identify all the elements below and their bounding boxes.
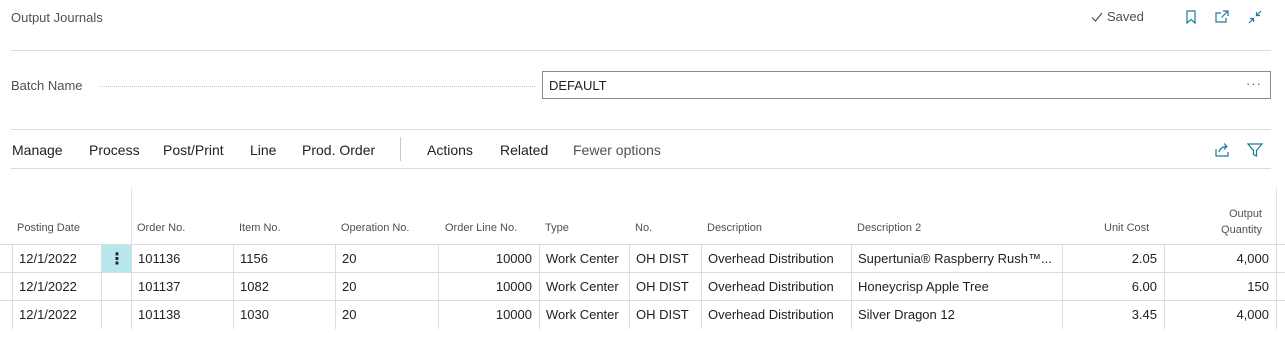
item-no-cell[interactable]: 1082	[233, 273, 336, 301]
bookmark-icon[interactable]	[1183, 9, 1199, 25]
action-fewer-options[interactable]: Fewer options	[573, 142, 661, 158]
order-line-no-cell[interactable]: 10000	[438, 273, 540, 301]
batch-lookup-button[interactable]: ···	[1246, 76, 1262, 91]
order-line-no-cell[interactable]: 10000	[438, 301, 540, 329]
col-order-no[interactable]: Order No.	[137, 222, 185, 234]
no-cell[interactable]: OH DIST	[629, 273, 702, 301]
description-cell[interactable]: Overhead Distribution	[701, 273, 852, 301]
order-no-cell[interactable]: 101136	[131, 245, 234, 273]
action-line[interactable]: Line	[250, 142, 276, 158]
no-cell[interactable]: OH DIST	[629, 301, 702, 329]
col-quantity[interactable]: Quantity	[1206, 224, 1262, 236]
share-icon[interactable]	[1213, 141, 1231, 159]
unit-cost-cell[interactable]: 6.00	[1062, 273, 1165, 301]
table-row[interactable]: 12/1/2022 101137 1082 20 10000 Work Cent…	[0, 272, 1285, 301]
batch-name-label: Batch Name	[11, 78, 83, 93]
action-manage[interactable]: Manage	[12, 142, 63, 158]
section-divider	[11, 129, 1271, 130]
col-unit-cost[interactable]: Unit Cost	[1104, 222, 1149, 234]
col-output[interactable]: Output	[1214, 208, 1262, 220]
action-prod-order[interactable]: Prod. Order	[302, 142, 375, 158]
description-cell[interactable]: Overhead Distribution	[701, 301, 852, 329]
row-selector-cell[interactable]	[101, 301, 132, 329]
action-related[interactable]: Related	[500, 142, 548, 158]
col-type[interactable]: Type	[545, 222, 569, 234]
col-no[interactable]: No.	[635, 222, 652, 234]
posting-date-cell[interactable]: 12/1/2022	[12, 301, 102, 329]
row-end-cell	[1276, 301, 1285, 329]
col-posting-date[interactable]: Posting Date	[17, 222, 80, 234]
collapse-icon[interactable]	[1247, 9, 1263, 25]
unit-cost-cell[interactable]: 2.05	[1062, 245, 1165, 273]
posting-date-cell[interactable]: 12/1/2022	[12, 245, 102, 273]
batch-leader-dots	[100, 86, 535, 87]
action-process[interactable]: Process	[89, 142, 140, 158]
page-title: Output Journals	[11, 10, 103, 25]
type-cell[interactable]: Work Center	[539, 301, 630, 329]
order-no-cell[interactable]: 101138	[131, 301, 234, 329]
header-divider	[11, 50, 1271, 51]
no-cell[interactable]: OH DIST	[629, 245, 702, 273]
header-column-divider	[131, 187, 132, 244]
row-end-cell	[1276, 273, 1285, 301]
output-quantity-cell[interactable]: 4,000	[1164, 245, 1277, 273]
col-item-no[interactable]: Item No.	[239, 222, 281, 234]
table-row[interactable]: 12/1/2022 ⋮ 101136 1156 20 10000 Work Ce…	[0, 244, 1285, 273]
order-line-no-cell[interactable]: 10000	[438, 245, 540, 273]
header-column-divider	[1276, 187, 1277, 244]
action-post-print[interactable]: Post/Print	[163, 142, 224, 158]
description-cell[interactable]: Overhead Distribution	[701, 245, 852, 273]
action-separator	[400, 137, 401, 161]
action-bar: Manage Process Post/Print Line Prod. Ord…	[0, 137, 1285, 165]
description-2-cell[interactable]: Silver Dragon 12	[851, 301, 1063, 329]
operation-no-cell[interactable]: 20	[335, 273, 439, 301]
output-quantity-cell[interactable]: 150	[1164, 273, 1277, 301]
operation-no-cell[interactable]: 20	[335, 301, 439, 329]
order-no-cell[interactable]: 101137	[131, 273, 234, 301]
col-description-2[interactable]: Description 2	[857, 222, 921, 234]
row-selector-cell: ⋮	[101, 245, 132, 273]
operation-no-cell[interactable]: 20	[335, 245, 439, 273]
action-bar-divider	[11, 168, 1271, 169]
checkmark-icon	[1091, 12, 1103, 22]
table-row[interactable]: 12/1/2022 101138 1030 20 10000 Work Cent…	[0, 300, 1285, 329]
open-new-window-icon[interactable]	[1214, 9, 1230, 25]
batch-name-field[interactable]: DEFAULT ···	[542, 71, 1271, 99]
saved-status: Saved	[1090, 9, 1144, 24]
item-no-cell[interactable]: 1156	[233, 245, 336, 273]
batch-name-value: DEFAULT	[549, 78, 607, 93]
description-2-cell[interactable]: Honeycrisp Apple Tree	[851, 273, 1063, 301]
saved-label: Saved	[1107, 9, 1144, 24]
row-menu-button[interactable]: ⋮	[102, 245, 132, 272]
type-cell[interactable]: Work Center	[539, 273, 630, 301]
row-end-cell	[1276, 245, 1285, 273]
posting-date-cell[interactable]: 12/1/2022	[12, 273, 102, 301]
col-operation-no[interactable]: Operation No.	[341, 222, 409, 234]
output-quantity-cell[interactable]: 4,000	[1164, 301, 1277, 329]
col-order-line-no[interactable]: Order Line No.	[445, 222, 517, 234]
row-selector-cell[interactable]	[101, 273, 132, 301]
item-no-cell[interactable]: 1030	[233, 301, 336, 329]
description-2-cell[interactable]: Supertunia® Raspberry Rush™...	[851, 245, 1063, 273]
col-description[interactable]: Description	[707, 222, 762, 234]
action-actions[interactable]: Actions	[427, 142, 473, 158]
filter-icon[interactable]	[1246, 141, 1264, 159]
page-header: Output Journals Saved	[0, 0, 1285, 36]
type-cell[interactable]: Work Center	[539, 245, 630, 273]
unit-cost-cell[interactable]: 3.45	[1062, 301, 1165, 329]
